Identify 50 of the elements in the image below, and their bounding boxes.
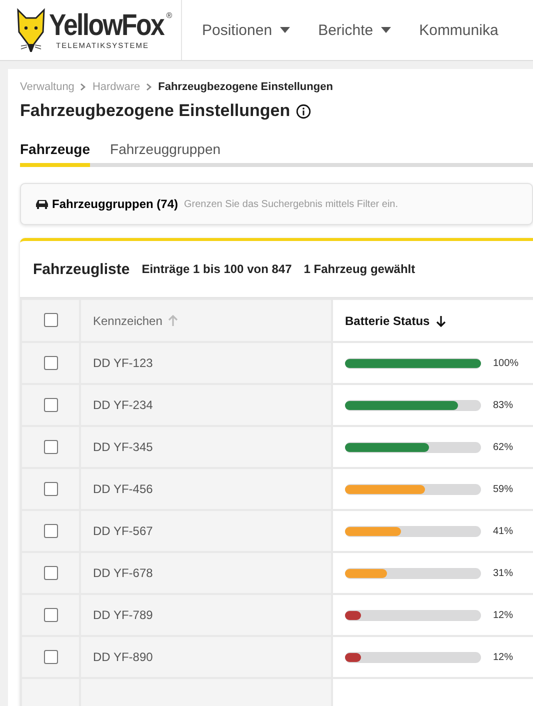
- selection-count: 1 Fahrzeug gewählt: [304, 262, 416, 276]
- column-header[interactable]: Kennzeichen: [93, 314, 178, 328]
- row-checkbox[interactable]: [44, 482, 58, 496]
- info-icon[interactable]: [296, 104, 312, 118]
- battery-percent: 31%: [493, 568, 514, 578]
- registered-mark: ®: [166, 10, 172, 20]
- car-icon: [35, 199, 49, 209]
- battery-percent: 100%: [493, 358, 519, 368]
- plate-cell: DD YF-456: [80, 468, 332, 510]
- column-header[interactable]: Batterie Status: [345, 314, 446, 328]
- logo-wordmark: YellowFox: [49, 10, 164, 40]
- plate-cell: DD YF-345: [80, 426, 332, 468]
- fox-logo-icon: [16, 8, 46, 52]
- plate-cell: DD YF-890: [80, 636, 332, 678]
- plate-cell: DD YF-678: [80, 552, 332, 594]
- plate-cell: DD YF-234: [80, 384, 332, 426]
- row-checkbox[interactable]: [44, 566, 58, 580]
- battery-percent: 62%: [493, 442, 514, 452]
- tab[interactable]: Fahrzeuggruppen: [110, 141, 221, 167]
- row-checkbox[interactable]: [44, 398, 58, 412]
- plate-cell: DD YF-567: [80, 510, 332, 552]
- caret-icon: [280, 27, 290, 33]
- row-checkbox[interactable]: [44, 650, 58, 664]
- nav-menu-item[interactable]: Berichte: [318, 22, 392, 38]
- select-all-checkbox[interactable]: [44, 313, 58, 328]
- chevron-icon: [146, 83, 152, 91]
- tab[interactable]: Fahrzeuge: [20, 141, 90, 167]
- caret-icon: [381, 27, 392, 33]
- breadcrumb-current: Fahrzeugbezogene Einstellungen: [158, 81, 333, 93]
- battery-percent: 41%: [493, 526, 514, 536]
- row-checkbox[interactable]: [44, 524, 58, 538]
- filter-hint: Grenzen Sie das Suchergebnis mittels Filter ein.: [184, 198, 398, 210]
- list-title: Fahrzeugliste: [33, 260, 130, 278]
- filter-field[interactable]: Fahrzeuggruppen (74) Grenzen Sie das Suchergebnis mittels Filter ein.: [20, 183, 533, 225]
- row-checkbox[interactable]: [44, 608, 58, 622]
- plate-cell: DD YF-123: [80, 342, 332, 384]
- battery-percent: 12%: [493, 610, 514, 620]
- sort-down-icon[interactable]: [436, 314, 446, 326]
- entries-count: Einträge 1 bis 100 von 847: [142, 262, 292, 276]
- row-checkbox[interactable]: [44, 356, 58, 370]
- chevron-icon: [80, 83, 86, 91]
- page-title: Fahrzeugbezogene Einstellungen: [20, 101, 290, 121]
- nav-menu-item[interactable]: Kommunika: [419, 22, 498, 38]
- nav-menu-item[interactable]: Positionen: [202, 22, 290, 38]
- row-checkbox[interactable]: [44, 440, 58, 454]
- plate-cell: DD YF-789: [80, 594, 332, 636]
- battery-percent: 83%: [493, 400, 514, 410]
- battery-percent: 59%: [493, 484, 514, 494]
- filter-button[interactable]: Fahrzeuggruppen (74): [35, 197, 178, 211]
- battery-percent: 12%: [493, 652, 514, 662]
